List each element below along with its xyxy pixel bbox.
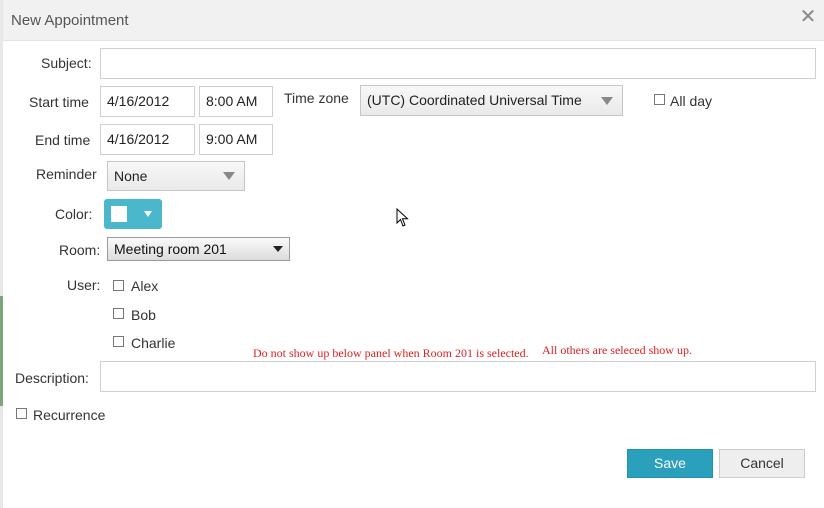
chevron-down-icon xyxy=(601,97,613,105)
all-day-checkbox[interactable] xyxy=(654,94,665,105)
user-label-bob: Bob xyxy=(131,307,156,323)
close-icon[interactable]: ✕ xyxy=(798,7,818,27)
user-label-charlie: Charlie xyxy=(131,335,176,351)
user-checkbox-bob[interactable] xyxy=(113,308,124,319)
end-time-input[interactable]: 9:00 AM xyxy=(199,124,273,155)
end-time-label: End time xyxy=(35,132,91,148)
recurrence-checkbox[interactable] xyxy=(16,408,27,419)
description-input[interactable] xyxy=(100,361,816,392)
end-date-input[interactable]: 4/16/2012 xyxy=(100,124,195,155)
annotation-note-left: Do not show up below panel when Room 201… xyxy=(253,346,529,360)
chevron-down-icon xyxy=(223,172,235,180)
recurrence-label: Recurrence xyxy=(33,407,106,423)
annotation-note-right: All others are seleced show up. xyxy=(542,343,692,357)
window-edge xyxy=(0,406,3,508)
timezone-value: (UTC) Coordinated Universal Time xyxy=(367,92,582,108)
chevron-down-icon xyxy=(273,246,283,252)
user-label-alex: Alex xyxy=(131,278,159,294)
mouse-cursor-icon xyxy=(396,208,409,227)
reminder-value: None xyxy=(114,168,148,184)
color-label: Color: xyxy=(55,206,93,222)
timezone-select[interactable]: (UTC) Coordinated Universal Time xyxy=(360,85,623,116)
description-label: Description: xyxy=(15,370,89,386)
all-day-label: All day xyxy=(670,93,713,109)
reminder-label: Reminder xyxy=(36,166,97,182)
window-edge xyxy=(0,0,3,296)
user-label: User: xyxy=(67,277,101,293)
room-select[interactable]: Meeting room 201 xyxy=(107,237,290,261)
subject-input[interactable] xyxy=(100,48,816,79)
color-swatch xyxy=(111,206,127,222)
window-edge xyxy=(0,296,3,406)
dialog-title: New Appointment xyxy=(11,12,129,29)
timezone-label: Time zone xyxy=(284,90,349,106)
titlebar: New Appointment ✕ xyxy=(3,0,824,41)
save-button[interactable]: Save xyxy=(627,449,713,478)
user-checkbox-alex[interactable] xyxy=(113,280,124,291)
reminder-select[interactable]: None xyxy=(107,161,245,191)
cancel-button[interactable]: Cancel xyxy=(719,449,805,478)
new-appointment-dialog: New Appointment ✕ Subject: Start time 4/… xyxy=(0,0,824,508)
subject-label: Subject: xyxy=(41,55,92,71)
chevron-down-icon xyxy=(144,211,152,217)
color-picker-button[interactable] xyxy=(104,199,162,229)
room-label: Room: xyxy=(59,242,101,258)
start-time-label: Start time xyxy=(29,94,89,110)
start-date-input[interactable]: 4/16/2012 xyxy=(100,86,195,117)
room-value: Meeting room 201 xyxy=(114,241,227,257)
start-time-input[interactable]: 8:00 AM xyxy=(199,86,273,117)
user-checkbox-charlie[interactable] xyxy=(113,336,124,347)
